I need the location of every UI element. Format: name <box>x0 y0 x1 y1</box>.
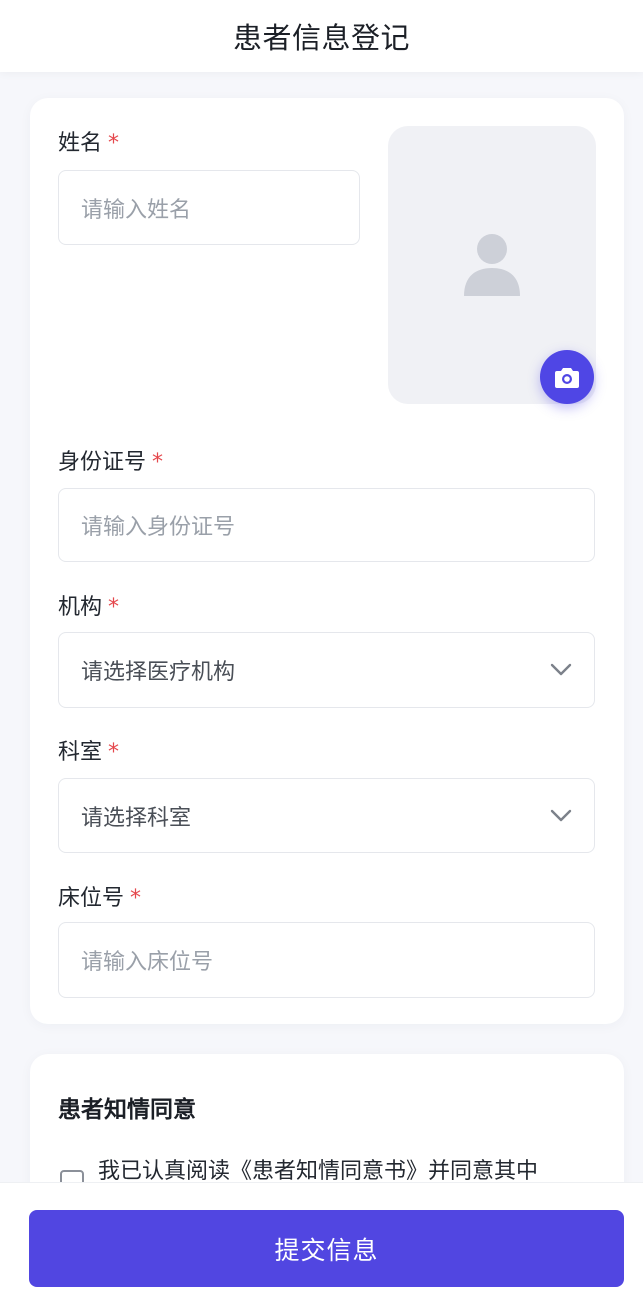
institution-select-value: 请选择医疗机构 <box>81 660 236 685</box>
top-bar: 患者信息登记 <box>0 0 643 72</box>
institution-select[interactable]: 请选择医疗机构 <box>58 632 595 708</box>
bottom-action-bar: 提交信息 <box>0 1182 643 1310</box>
consent-title: 患者知情同意 <box>58 1097 196 1123</box>
id-number-input[interactable]: 请输入身份证号 <box>58 488 595 562</box>
name-input[interactable]: 请输入姓名 <box>58 170 360 245</box>
name-label: 姓名 * <box>58 133 119 155</box>
required-mark: * <box>108 595 120 620</box>
bed-number-label-text: 床位号 <box>58 886 125 911</box>
department-label-text: 科室 <box>58 740 103 765</box>
page-title: 患者信息登记 <box>232 21 410 55</box>
department-select[interactable]: 请选择科室 <box>58 778 595 853</box>
institution-label: 机构 * <box>58 597 119 619</box>
id-number-label: 身份证号 * <box>58 452 163 474</box>
required-mark: * <box>108 131 120 156</box>
name-label-text: 姓名 <box>58 131 103 156</box>
name-input-placeholder: 请输入姓名 <box>81 197 192 223</box>
required-mark: * <box>152 450 164 475</box>
camera-icon <box>555 368 579 388</box>
institution-label-text: 机构 <box>58 595 103 620</box>
id-number-input-placeholder: 请输入身份证号 <box>81 515 236 540</box>
id-number-label-text: 身份证号 <box>58 450 147 475</box>
bed-number-input[interactable]: 请输入床位号 <box>58 922 595 998</box>
required-mark: * <box>108 740 120 765</box>
consent-text: 我已认真阅读《患者知情同意书》并同意其中 <box>98 1159 539 1184</box>
chevron-down-icon <box>550 805 572 827</box>
camera-button[interactable] <box>540 350 594 404</box>
bed-number-label: 床位号 * <box>58 888 141 910</box>
submit-button[interactable]: 提交信息 <box>29 1210 624 1287</box>
department-label: 科室 * <box>58 742 119 764</box>
required-mark: * <box>130 886 142 911</box>
chevron-down-icon <box>550 659 572 681</box>
department-select-value: 请选择科室 <box>81 805 192 831</box>
bed-number-input-placeholder: 请输入床位号 <box>81 950 214 975</box>
user-avatar-placeholder-icon <box>464 234 520 296</box>
